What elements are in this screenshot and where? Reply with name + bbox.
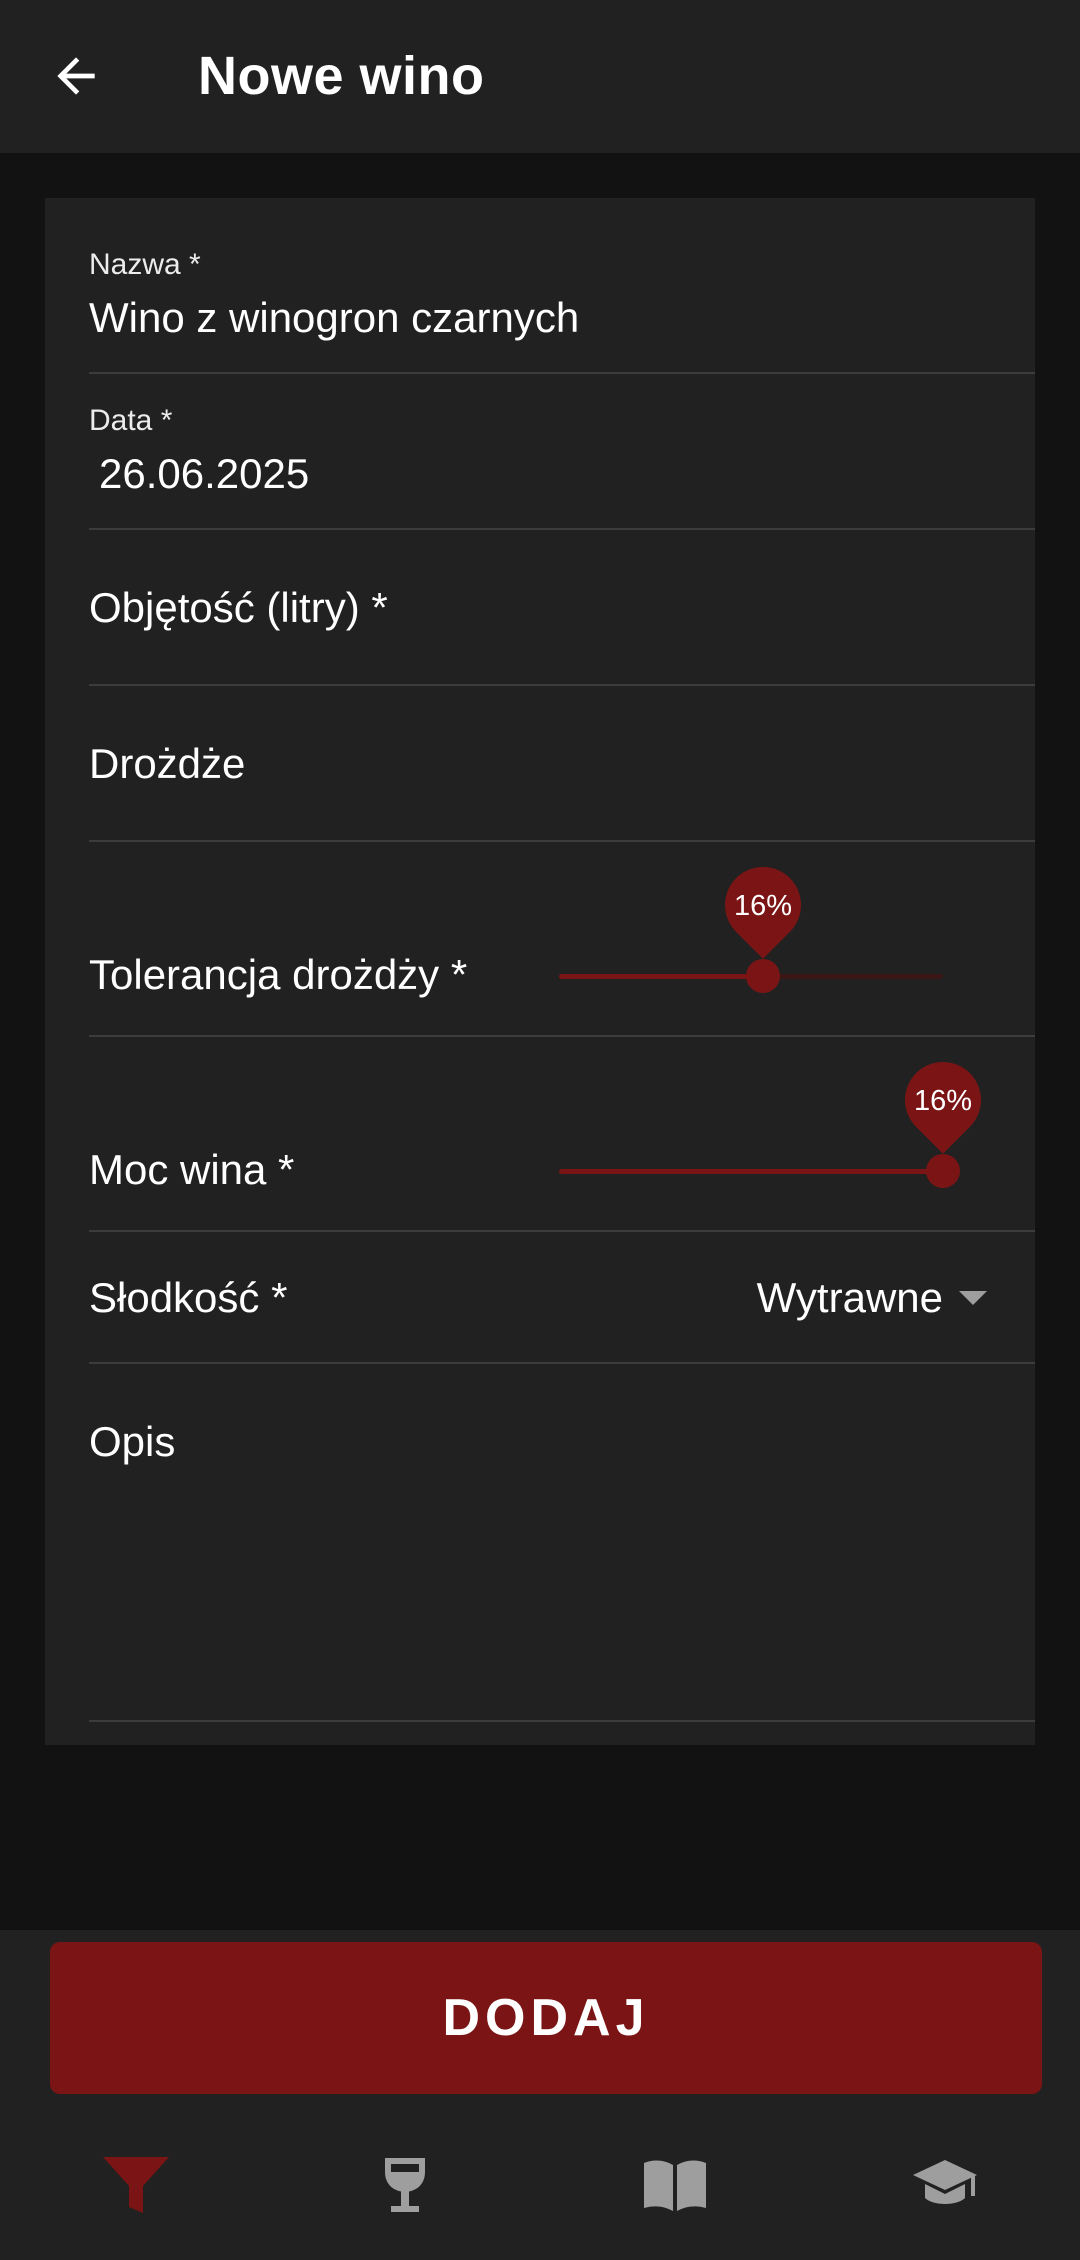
arrow-back-icon xyxy=(57,57,95,95)
open-book-icon xyxy=(644,2160,706,2211)
filter-funnel-icon xyxy=(103,2157,169,2213)
sweetness-label: Słodkość * xyxy=(89,1274,288,1321)
yeast-tolerance-label: Tolerancja drożdży * xyxy=(89,951,468,998)
wine-strength-field: Moc wina * 16% xyxy=(89,1037,1035,1232)
name-field[interactable]: Nazwa * Wino z winogron czarnych xyxy=(89,226,1035,374)
graduation-cap-icon xyxy=(913,2160,977,2204)
slider-value-label: 16% xyxy=(913,1085,973,1117)
date-value[interactable]: 26.06.2025 xyxy=(99,450,309,498)
page-title: Nowe wino xyxy=(198,46,485,106)
slider-thumb[interactable] xyxy=(746,959,780,993)
nav-item-recipes[interactable] xyxy=(620,2130,730,2240)
volume-field[interactable]: Objętość (litry) * xyxy=(89,530,1035,686)
name-value[interactable]: Wino z winogron czarnych xyxy=(89,294,579,342)
description-field[interactable]: Opis xyxy=(89,1364,1035,1722)
sweetness-dropdown[interactable]: Wytrawne xyxy=(757,1232,987,1364)
description-label: Opis xyxy=(89,1418,176,1465)
slider-fill xyxy=(559,974,763,979)
slider-fill xyxy=(559,1169,943,1174)
sweetness-field: Słodkość * Wytrawne xyxy=(89,1232,1035,1364)
yeast-tolerance-slider[interactable]: 16% xyxy=(559,851,943,993)
app-bar: Nowe wino xyxy=(0,0,1080,153)
slider-value-label: 16% xyxy=(733,890,793,922)
nav-item-wines[interactable] xyxy=(350,2130,460,2240)
nav-item-learn[interactable] xyxy=(890,2130,1000,2240)
slider-thumb[interactable] xyxy=(926,1154,960,1188)
yeast-tolerance-field: Tolerancja drożdży * 16% xyxy=(89,842,1035,1037)
sweetness-selected-value: Wytrawne xyxy=(756,1274,943,1321)
date-label: Data * xyxy=(89,404,173,437)
date-field[interactable]: Data * 26.06.2025 xyxy=(89,374,1035,530)
wine-strength-label: Moc wina * xyxy=(89,1146,295,1193)
volume-label: Objętość (litry) * xyxy=(89,584,388,631)
yeast-field[interactable]: Drożdże xyxy=(89,686,1035,842)
new-wine-form: Nazwa * Wino z winogron czarnych Data * … xyxy=(45,198,1035,1745)
yeast-label: Drożdże xyxy=(89,740,246,787)
name-label: Nazwa * xyxy=(89,248,201,281)
wine-strength-slider[interactable]: 16% xyxy=(559,1046,997,1188)
back-button[interactable] xyxy=(28,28,124,124)
add-button[interactable]: DODAJ xyxy=(50,1942,1042,2094)
bottom-area: DODAJ xyxy=(0,1930,1080,2260)
wine-glass-icon xyxy=(385,2158,425,2212)
nav-item-filter[interactable] xyxy=(81,2130,191,2240)
caret-down-icon xyxy=(959,1291,987,1305)
